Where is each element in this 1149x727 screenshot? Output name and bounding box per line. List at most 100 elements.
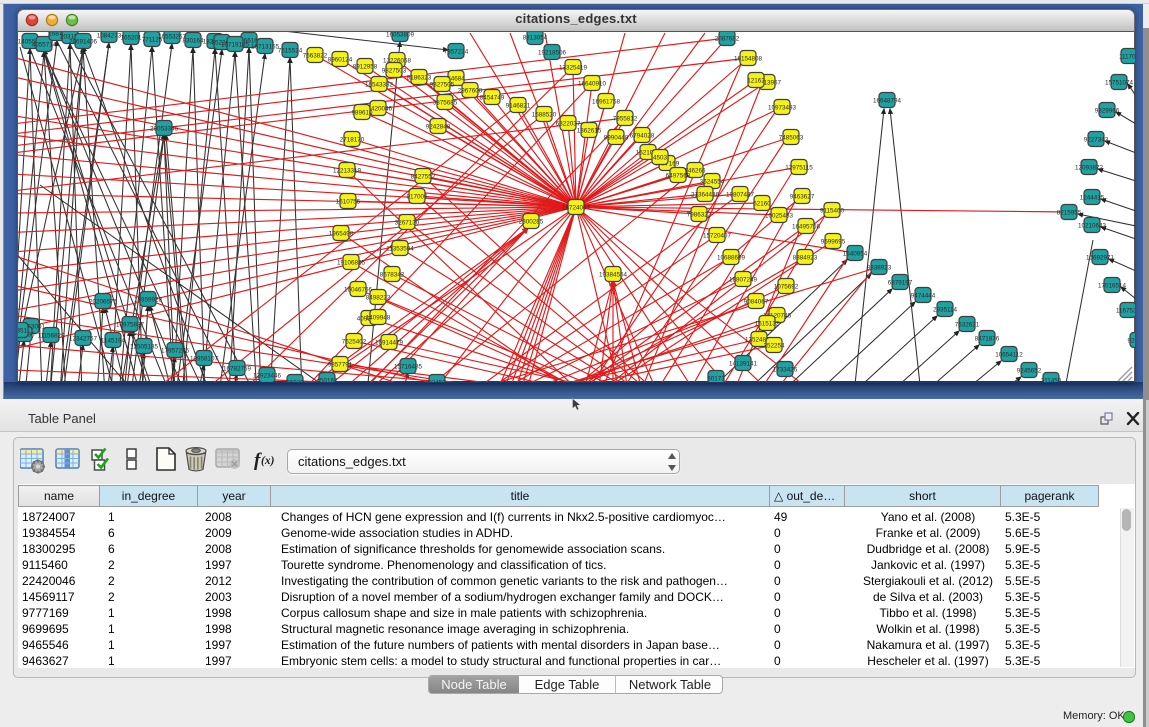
svg-text:252254: 252254	[763, 342, 785, 349]
svg-text:12975115: 12975115	[785, 164, 813, 171]
svg-text:16046766: 16046766	[344, 286, 373, 293]
svg-text:8454749: 8454749	[480, 94, 505, 101]
svg-text:12093872: 12093872	[1075, 164, 1104, 171]
svg-text:19384554: 19384554	[599, 271, 628, 278]
svg-text:4055714: 4055714	[32, 41, 57, 48]
svg-text:1733426: 1733426	[773, 366, 798, 373]
svg-text:8186323: 8186323	[407, 74, 432, 81]
svg-text:16640910: 16640910	[578, 80, 607, 87]
svg-text:1084273: 1084273	[97, 32, 122, 39]
svg-text:16543382: 16543382	[365, 81, 394, 88]
svg-text:3624554: 3624554	[700, 178, 725, 185]
svg-text:11156829: 11156829	[37, 332, 65, 339]
svg-text:8884923: 8884923	[793, 254, 818, 261]
svg-text:9329966: 9329966	[1095, 107, 1120, 114]
svg-text:15692971: 15692971	[1086, 254, 1115, 261]
svg-text:7625402: 7625402	[342, 338, 367, 345]
svg-text:10210643: 10210643	[1078, 222, 1107, 229]
svg-text:10958107: 10958107	[190, 355, 219, 362]
svg-text:3267130: 3267130	[395, 219, 420, 226]
svg-text:111702: 111702	[1119, 53, 1135, 60]
svg-text:13325419: 13325419	[559, 64, 588, 71]
svg-text:6794028: 6794028	[630, 132, 655, 139]
svg-text:6879197: 6879197	[888, 279, 913, 286]
svg-text:14139141: 14139141	[729, 360, 758, 367]
svg-text:9084067: 9084067	[744, 298, 769, 305]
svg-text:8215955: 8215955	[1057, 209, 1082, 216]
svg-text:3875685: 3875685	[433, 99, 458, 106]
svg-text:1167534: 1167534	[1116, 307, 1135, 314]
svg-text:8471876: 8471876	[975, 335, 1000, 342]
svg-text:18724007: 18724007	[562, 204, 591, 211]
svg-text:19218506: 19218506	[538, 49, 567, 56]
svg-text:8938923: 8938923	[867, 264, 892, 271]
svg-text:917006: 917006	[406, 193, 428, 200]
svg-text:8813054: 8813054	[523, 34, 548, 41]
svg-text:10025453: 10025453	[765, 212, 794, 219]
svg-text:9327505: 9327505	[430, 81, 455, 88]
svg-text:16495756: 16495756	[792, 223, 821, 230]
svg-text:15751074: 15751074	[1105, 79, 1134, 86]
svg-text:8912958: 8912958	[353, 63, 378, 70]
svg-text:16154808: 16154808	[734, 55, 763, 62]
svg-text:7357224: 7357224	[444, 48, 469, 55]
svg-text:924504: 924504	[1127, 337, 1135, 344]
svg-text:989610: 989610	[351, 109, 373, 116]
svg-text:830164: 830164	[182, 37, 204, 44]
svg-text:17016514: 17016514	[1098, 282, 1127, 289]
svg-text:16053809: 16053809	[386, 32, 415, 38]
svg-text:9474444: 9474444	[911, 292, 936, 299]
svg-text:6497568: 6497568	[666, 172, 691, 179]
svg-text:7663822: 7663822	[303, 52, 328, 59]
svg-text:10807487: 10807487	[726, 191, 755, 198]
svg-text:7955812: 7955812	[613, 115, 638, 122]
svg-text:9827503: 9827503	[382, 67, 407, 74]
svg-text:16961758: 16961758	[592, 98, 621, 105]
svg-text:1615132: 1615132	[755, 320, 780, 327]
svg-text:17957275: 17957275	[161, 347, 190, 354]
svg-text:8678342: 8678342	[380, 271, 405, 278]
svg-text:9115460: 9115460	[820, 207, 845, 214]
svg-text:16782759: 16782759	[223, 365, 252, 372]
svg-text:20691406: 20691406	[69, 38, 98, 45]
svg-text:16914479: 16914479	[375, 339, 404, 346]
svg-text:12923446: 12923446	[253, 372, 282, 379]
svg-text:9245652: 9245652	[1017, 367, 1042, 374]
svg-text:18807249: 18807249	[729, 276, 758, 283]
svg-text:7632621: 7632621	[955, 321, 980, 328]
svg-text:7485063: 7485063	[779, 134, 804, 141]
svg-text:12505135: 12505135	[130, 343, 159, 350]
svg-text:450162: 450162	[316, 377, 338, 382]
svg-text:9146821: 9146821	[506, 102, 531, 109]
svg-text:2300285: 2300285	[519, 218, 544, 225]
svg-text:2967608: 2967608	[458, 87, 483, 94]
svg-text:10654112: 10654112	[995, 351, 1023, 358]
svg-text:10719185: 10719185	[221, 41, 250, 48]
svg-text:10688609: 10688609	[717, 254, 746, 261]
svg-text:165201: 165201	[120, 34, 142, 41]
svg-text:10975887: 10975887	[116, 321, 145, 328]
svg-text:15720407: 15720407	[703, 232, 732, 239]
svg-text:10973493: 10973493	[768, 104, 797, 111]
svg-text:9463627: 9463627	[790, 193, 815, 200]
svg-text:8498222: 8498222	[366, 294, 391, 301]
svg-text:8990448: 8990448	[604, 134, 629, 141]
svg-text:1075692: 1075692	[774, 283, 799, 290]
svg-text:19106825: 19106825	[337, 259, 366, 266]
svg-text:86920: 86920	[286, 379, 304, 382]
svg-text:1145194: 1145194	[101, 337, 126, 344]
svg-text:9242848: 9242848	[426, 123, 451, 130]
svg-text:2718170: 2718170	[340, 136, 365, 143]
svg-text:1588520: 1588520	[532, 111, 557, 118]
svg-text:15716485: 15716485	[394, 363, 423, 370]
svg-text:17859928: 17859928	[134, 296, 163, 303]
svg-text:1640954: 1640954	[843, 250, 868, 257]
svg-text:20206576: 20206576	[89, 298, 118, 305]
svg-text:12162: 12162	[747, 77, 765, 84]
svg-text:1610755: 1610755	[336, 198, 361, 205]
svg-text:6322037: 6322037	[556, 120, 581, 127]
svg-text:9857791: 9857791	[328, 361, 353, 368]
svg-text:12342757: 12342757	[69, 335, 98, 342]
svg-text:60173: 60173	[707, 375, 725, 382]
svg-text:1244415: 1244415	[1080, 194, 1105, 201]
